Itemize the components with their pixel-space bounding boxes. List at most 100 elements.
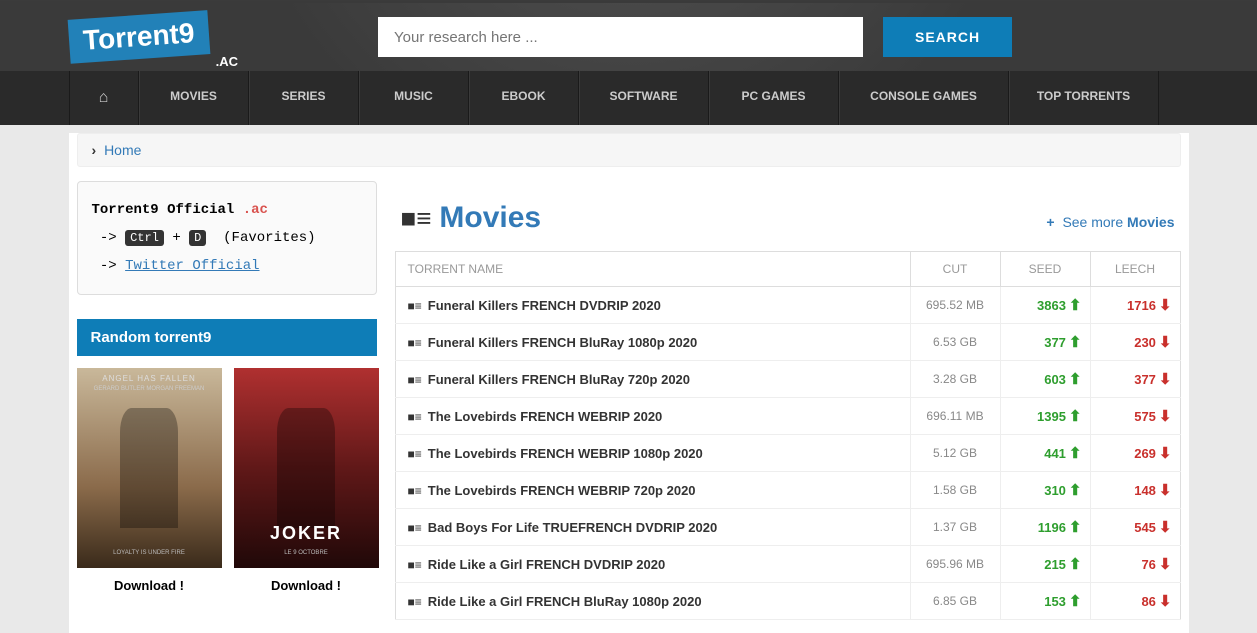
video-icon: ■≡ (408, 521, 422, 535)
table-row[interactable]: ■≡Funeral Killers FRENCH BluRay 720p 202… (395, 361, 1180, 398)
cell-seed: 1196⬆ (1000, 509, 1090, 546)
cell-cut: 6.85 GB (910, 583, 1000, 620)
kbd-d: D (189, 230, 206, 246)
nav-console-games[interactable]: CONSOLE GAMES (839, 71, 1009, 125)
arrow-up-icon: ⬆ (1069, 519, 1082, 536)
arrow-up-icon: ⬆ (1069, 556, 1082, 573)
table-row[interactable]: ■≡Bad Boys For Life TRUEFRENCH DVDRIP 20… (395, 509, 1180, 546)
arrow-up-icon: ⬆ (1069, 297, 1082, 314)
nav-pc-games[interactable]: PC GAMES (709, 71, 839, 125)
th-seed: SEED (1000, 252, 1090, 287)
arrow-up-icon: ⬆ (1069, 334, 1082, 351)
see-more-link[interactable]: + See more Movies (1046, 214, 1174, 230)
table-row[interactable]: ■≡Ride Like a Girl FRENCH DVDRIP 2020695… (395, 546, 1180, 583)
nav-top-torrents[interactable]: TOP TORRENTS (1009, 71, 1159, 125)
video-icon: ■≡ (408, 447, 422, 461)
cell-leech: 377⬇ (1090, 361, 1180, 398)
cell-seed: 310⬆ (1000, 472, 1090, 509)
table-row[interactable]: ■≡The Lovebirds FRENCH WEBRIP 1080p 2020… (395, 435, 1180, 472)
cell-seed: 1395⬆ (1000, 398, 1090, 435)
poster-image: ANGEL HAS FALLEN GERARD BUTLER MORGAN FR… (77, 368, 222, 568)
nav-movies[interactable]: MOVIES (139, 71, 249, 125)
poster-image: JOKER LE 9 OCTOBRE (234, 368, 379, 568)
home-icon: ⌂ (99, 89, 109, 106)
video-icon: ■≡ (408, 336, 422, 350)
cell-cut: 3.28 GB (910, 361, 1000, 398)
cell-cut: 1.58 GB (910, 472, 1000, 509)
cell-seed: 377⬆ (1000, 324, 1090, 361)
cell-leech: 1716⬇ (1090, 287, 1180, 324)
cell-cut: 696.11 MB (910, 398, 1000, 435)
breadcrumb-home[interactable]: Home (104, 142, 141, 158)
arrow-up-icon: ⬆ (1069, 593, 1082, 610)
poster-card[interactable]: ANGEL HAS FALLEN GERARD BUTLER MORGAN FR… (77, 368, 222, 597)
cell-seed: 215⬆ (1000, 546, 1090, 583)
nav-music[interactable]: MUSIC (359, 71, 469, 125)
search-button[interactable]: SEARCH (883, 17, 1012, 57)
arrow-down-icon: ⬇ (1159, 297, 1172, 314)
logo-suffix: .AC (216, 54, 238, 69)
table-row[interactable]: ■≡The Lovebirds FRENCH WEBRIP 2020696.11… (395, 398, 1180, 435)
nav-ebook[interactable]: EBOOK (469, 71, 579, 125)
arrow-down-icon: ⬇ (1159, 334, 1172, 351)
video-icon: ■≡ (408, 373, 422, 387)
video-icon: ■≡ (408, 484, 422, 498)
cell-cut: 6.53 GB (910, 324, 1000, 361)
arrow-down-icon: ⬇ (1159, 593, 1172, 610)
download-link[interactable]: Download ! (234, 568, 379, 597)
cell-leech: 86⬇ (1090, 583, 1180, 620)
video-icon: ■≡ (401, 203, 432, 233)
arrow-down-icon: ⬇ (1159, 408, 1172, 425)
arrow-down-icon: ⬇ (1159, 482, 1172, 499)
cell-cut: 695.96 MB (910, 546, 1000, 583)
arrow-down-icon: ⬇ (1159, 519, 1172, 536)
cell-leech: 148⬇ (1090, 472, 1180, 509)
cell-leech: 575⬇ (1090, 398, 1180, 435)
cell-leech: 545⬇ (1090, 509, 1180, 546)
table-row[interactable]: ■≡Ride Like a Girl FRENCH BluRay 1080p 2… (395, 583, 1180, 620)
arrow-down-icon: ⬇ (1159, 371, 1172, 388)
arrow-down-icon: ⬇ (1159, 445, 1172, 462)
download-link[interactable]: Download ! (77, 568, 222, 597)
cell-leech: 76⬇ (1090, 546, 1180, 583)
th-leech: LEECH (1090, 252, 1180, 287)
cell-seed: 441⬆ (1000, 435, 1090, 472)
cell-seed: 153⬆ (1000, 583, 1090, 620)
arrow-up-icon: ⬆ (1069, 408, 1082, 425)
video-icon: ■≡ (408, 558, 422, 572)
info-title: Torrent9 Official (92, 202, 243, 218)
video-icon: ■≡ (408, 299, 422, 313)
twitter-link[interactable]: Twitter Official (125, 258, 259, 274)
nav-series[interactable]: SERIES (249, 71, 359, 125)
video-icon: ■≡ (408, 410, 422, 424)
cell-cut: 5.12 GB (910, 435, 1000, 472)
cell-seed: 3863⬆ (1000, 287, 1090, 324)
th-name: TORRENT NAME (395, 252, 910, 287)
nav-software[interactable]: SOFTWARE (579, 71, 709, 125)
logo[interactable]: Torrent9 .AC (69, 15, 239, 59)
cell-cut: 1.37 GB (910, 509, 1000, 546)
search-input[interactable] (378, 17, 863, 57)
section-title: Movies (439, 201, 541, 234)
kbd-ctrl: Ctrl (125, 230, 164, 246)
arrow-up-icon: ⬆ (1069, 482, 1082, 499)
cell-leech: 269⬇ (1090, 435, 1180, 472)
logo-text: Torrent9 (67, 10, 209, 64)
th-cut: CUT (910, 252, 1000, 287)
random-panel-head: Random torrent9 (77, 319, 377, 356)
breadcrumb: › Home (77, 133, 1181, 167)
table-row[interactable]: ■≡Funeral Killers FRENCH BluRay 1080p 20… (395, 324, 1180, 361)
cell-seed: 603⬆ (1000, 361, 1090, 398)
table-row[interactable]: ■≡The Lovebirds FRENCH WEBRIP 720p 20201… (395, 472, 1180, 509)
info-box: Torrent9 Official .ac -> Ctrl + D (Favor… (77, 181, 377, 295)
video-icon: ■≡ (408, 595, 422, 609)
plus-icon: + (1046, 214, 1054, 230)
info-title-ext: .ac (243, 202, 268, 218)
poster-card[interactable]: JOKER LE 9 OCTOBRE Download ! (234, 368, 379, 597)
arrow-up-icon: ⬆ (1069, 445, 1082, 462)
nav-home[interactable]: ⌂ (69, 71, 139, 125)
arrow-down-icon: ⬇ (1159, 556, 1172, 573)
cell-cut: 695.52 MB (910, 287, 1000, 324)
table-row[interactable]: ■≡Funeral Killers FRENCH DVDRIP 2020695.… (395, 287, 1180, 324)
cell-leech: 230⬇ (1090, 324, 1180, 361)
